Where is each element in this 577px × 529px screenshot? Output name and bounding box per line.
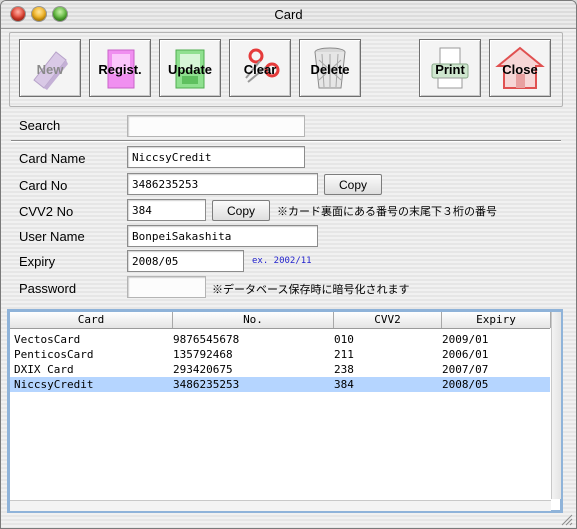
table-cell: 010: [334, 333, 354, 346]
table-cell: 384: [334, 378, 354, 391]
table-row[interactable]: PenticosCard 135792468 211 2006/01: [10, 347, 550, 362]
cvv2-label: CVV2 No: [19, 204, 74, 219]
column-header-expiry[interactable]: Expiry: [442, 312, 551, 328]
search-label: Search: [19, 118, 61, 133]
clear-button[interactable]: Clear: [229, 39, 291, 97]
column-header-card[interactable]: Card: [10, 312, 173, 328]
column-header-no[interactable]: No.: [173, 312, 334, 328]
close-button[interactable]: Close: [489, 39, 551, 97]
card-table[interactable]: Card No. CVV2 Expiry VectosCard 98765456…: [7, 309, 563, 513]
horizontal-scrollbar[interactable]: [10, 500, 551, 511]
table-row[interactable]: VectosCard 9876545678 010 2009/01: [10, 332, 550, 347]
card-window: Card New Regist. Update Clear Delete Pri…: [0, 0, 577, 529]
password-label: Password: [19, 281, 77, 296]
copy-cvv2-button[interactable]: Copy: [212, 200, 270, 221]
table-cell: 2008/05: [442, 378, 489, 391]
user-name-input[interactable]: BonpeiSakashita: [127, 225, 318, 247]
divider: [11, 140, 561, 142]
table-cell: DXIX Card: [14, 363, 74, 376]
title-bar[interactable]: Card: [1, 1, 576, 29]
resize-grip-icon[interactable]: [559, 512, 573, 526]
table-cell: 9876545678: [173, 333, 240, 346]
card-no-label: Card No: [19, 178, 68, 193]
toolbar: New Regist. Update Clear Delete Print Cl…: [9, 32, 563, 107]
table-cell: 2009/01: [442, 333, 489, 346]
table-header: Card No. CVV2 Expiry: [10, 312, 551, 329]
table-cell: NiccsyCredit: [14, 378, 94, 391]
table-cell: 238: [334, 363, 354, 376]
cvv2-note: ※カード裏面にある番号の末尾下３桁の番号: [277, 206, 497, 218]
card-name-label: Card Name: [19, 151, 86, 166]
expiry-hint: ex. 2002/11: [252, 256, 312, 266]
table-cell: 3486235253: [173, 378, 240, 391]
table-cell: 2007/07: [442, 363, 489, 376]
copy-card-no-button[interactable]: Copy: [324, 174, 382, 195]
delete-button[interactable]: Delete: [299, 39, 361, 97]
table-cell: 2006/01: [442, 348, 489, 361]
print-button[interactable]: Print: [419, 39, 481, 97]
card-no-input[interactable]: 3486235253: [127, 173, 318, 195]
table-cell: VectosCard: [14, 333, 81, 346]
table-cell: 211: [334, 348, 354, 361]
card-name-input[interactable]: NiccsyCredit: [127, 146, 305, 168]
update-button[interactable]: Update: [159, 39, 221, 97]
expiry-label: Expiry: [19, 254, 56, 269]
vertical-scrollbar[interactable]: [551, 312, 561, 499]
user-name-label: User Name: [19, 229, 85, 244]
table-cell: 293420675: [173, 363, 233, 376]
table-row[interactable]: DXIX Card 293420675 238 2007/07: [10, 362, 550, 377]
regist-button[interactable]: Regist.: [89, 39, 151, 97]
password-input[interactable]: [127, 276, 206, 298]
window-title: Card: [274, 7, 303, 22]
table-row-selected[interactable]: NiccsyCredit 3486235253 384 2008/05: [10, 377, 550, 392]
table-cell: PenticosCard: [14, 348, 94, 361]
column-header-cvv2[interactable]: CVV2: [334, 312, 442, 328]
password-note: ※データベース保存時に暗号化されます: [212, 284, 410, 296]
new-button[interactable]: New: [19, 39, 81, 97]
search-input[interactable]: [127, 115, 305, 137]
expiry-input[interactable]: 2008/05: [127, 250, 244, 272]
table-cell: 135792468: [173, 348, 233, 361]
cvv2-input[interactable]: 384: [127, 199, 206, 221]
